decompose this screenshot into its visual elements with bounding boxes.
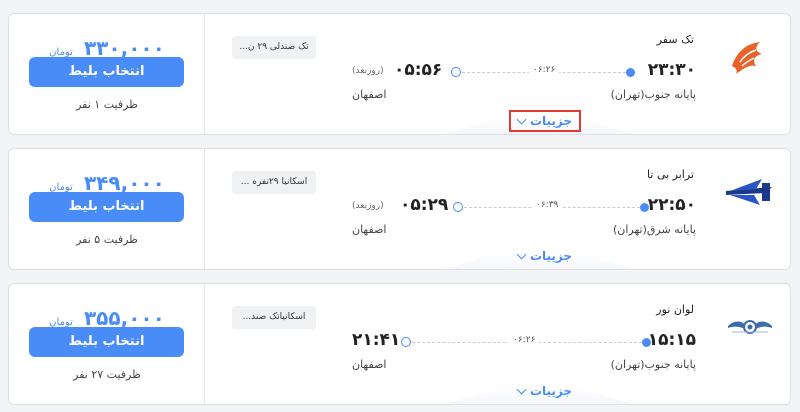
company-name: تک سفر: [656, 33, 694, 46]
destination-dot-icon: [451, 67, 461, 77]
departure-time: ۲۲:۵۰: [647, 195, 696, 215]
departure-time: ۲۳:۳۰: [647, 60, 696, 80]
company-name: ترابر بی تا: [647, 168, 694, 181]
blue-wing-logo-icon: [726, 171, 772, 213]
origin-terminal: پایانه جنوب(تهران): [610, 88, 696, 101]
select-ticket-button[interactable]: انتخاب بلیط: [29, 57, 184, 87]
select-ticket-button[interactable]: انتخاب بلیط: [29, 192, 184, 222]
details-toggle[interactable]: جزییات: [509, 380, 581, 402]
price-section: ۳۴۹,۰۰۰ تومان انتخاب بلیط ظرفیت ۵ نفر: [9, 149, 205, 269]
capacity-text: ظرفیت ۲۷ نفر: [73, 368, 141, 381]
next-day-label: (روزبعد): [352, 66, 384, 76]
capacity-text: ظرفیت ۱ نفر: [76, 98, 138, 111]
origin-dot-icon: [642, 338, 651, 347]
destination-city: اصفهان: [352, 358, 387, 371]
arrival-time: ۰۵:۲۹: [400, 195, 449, 215]
company-name: لوان نور: [656, 303, 694, 316]
origin-terminal: پایانه شرق(تهران): [612, 223, 696, 236]
winged-emblem-logo-icon: [726, 306, 772, 348]
chevron-down-icon: [516, 249, 527, 259]
details-label: جزییات: [529, 384, 573, 398]
bus-type-tag: تک صندلی ۲۹ ن...: [232, 36, 316, 59]
details-label: جزییات: [529, 114, 573, 128]
destination-city: اصفهان: [352, 223, 387, 236]
capacity-text: ظرفیت ۵ نفر: [76, 233, 138, 246]
next-day-label: (روزبعد): [352, 201, 384, 211]
orange-bird-logo-icon: [726, 36, 768, 78]
details-label: جزییات: [529, 249, 573, 263]
arrival-time: ۲۱:۴۱: [352, 330, 401, 350]
select-ticket-button[interactable]: انتخاب بلیط: [29, 327, 184, 357]
arrival-time: ۰۵:۵۶: [394, 60, 443, 80]
destination-dot-icon: [453, 202, 463, 212]
origin-dot-icon: [640, 203, 649, 212]
origin-dot-icon: [626, 68, 635, 77]
destination-city: اصفهان: [352, 88, 387, 101]
trip-card: ۳۴۹,۰۰۰ تومان انتخاب بلیط ظرفیت ۵ نفر اس…: [8, 148, 791, 270]
trip-duration: ۰۶:۳۹: [532, 200, 563, 210]
bus-type-tag: اسکانیاتک صند...: [232, 306, 316, 329]
price-section: ۳۳۰,۰۰۰ تومان انتخاب بلیط ظرفیت ۱ نفر: [9, 14, 205, 134]
chevron-down-icon: [516, 114, 527, 124]
trip-card: ۳۳۰,۰۰۰ تومان انتخاب بلیط ظرفیت ۱ نفر تک…: [8, 13, 791, 135]
origin-terminal: پایانه جنوب(تهران): [610, 358, 696, 371]
details-toggle[interactable]: جزییات: [509, 110, 581, 132]
chevron-down-icon: [516, 384, 527, 394]
trip-duration: ۰۶:۲۶: [529, 65, 560, 75]
trip-card: ۳۵۵,۰۰۰ تومان انتخاب بلیط ظرفیت ۲۷ نفر ا…: [8, 283, 791, 405]
destination-dot-icon: [401, 337, 411, 347]
details-toggle[interactable]: جزییات: [509, 245, 581, 267]
trip-duration: ۰۶:۲۶: [509, 335, 540, 345]
departure-time: ۱۵:۱۵: [647, 330, 696, 350]
price-section: ۳۵۵,۰۰۰ تومان انتخاب بلیط ظرفیت ۲۷ نفر: [9, 284, 205, 404]
bus-type-tag: اسکانیا ۲۹نفره ...: [232, 171, 316, 194]
